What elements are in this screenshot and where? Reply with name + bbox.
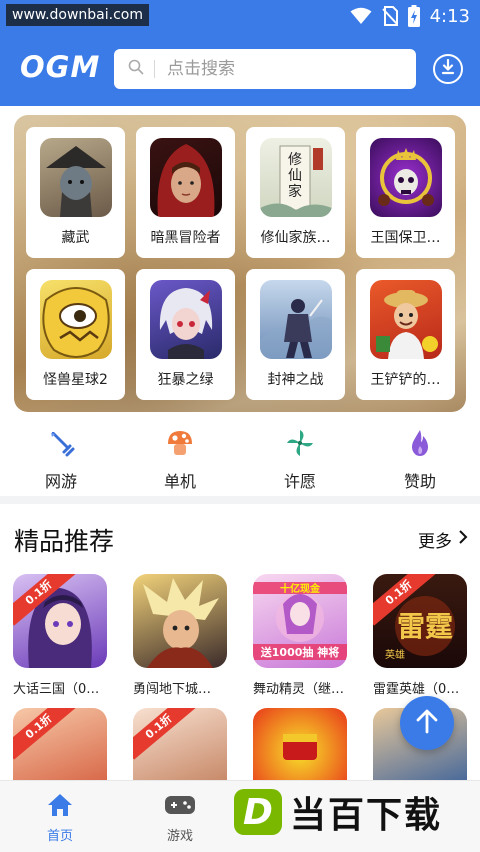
game-name: 大话三国（0… [13,682,100,697]
search-divider [154,60,155,78]
game-item[interactable]: 0.1折 大话三国（0… [13,574,107,697]
category-sponsor[interactable]: 赞助 [380,428,460,492]
farmer-character-icon [370,280,442,359]
svg-text:仙: 仙 [288,168,302,184]
game-icon-row2-b: 0.1折 [133,708,227,780]
featured-card-name: 狂暴之绿 [157,372,214,388]
more-link[interactable]: 更多 [418,527,468,552]
game-icon-row2-c [253,708,347,780]
status-time: 4:13 [429,5,470,27]
yellow-monster-icon [40,280,112,359]
category-wish[interactable]: 许愿 [260,428,340,492]
game-item[interactable]: 0.1折 [133,708,227,780]
svg-text:十亿现金: 十亿现金 [280,582,321,595]
featured-card[interactable]: 王铲铲的… [356,269,455,400]
mushroom-icon [140,428,220,458]
game-item[interactable]: 十亿现金 送1000抽 神将 舞动精灵（继… [253,574,347,697]
featured-card[interactable]: 藏武 [26,127,125,258]
category-label: 网游 [44,472,77,491]
featured-card[interactable]: 修 仙 家 修仙家族… [246,127,345,258]
svg-text:修: 修 [288,152,302,168]
game-icon-thunder-hero: 雷霆 英雄 0.1折 [373,574,467,668]
featured-card-name: 暗黑冒险者 [150,230,221,246]
category-label: 许愿 [283,472,316,491]
category-label: 赞助 [403,472,436,491]
svg-text:雷霆: 雷霆 [397,610,453,643]
featured-card[interactable]: 王国保卫… [356,127,455,258]
search-icon [128,59,144,79]
game-name: 舞动精灵（继… [253,682,345,697]
skull-tower-icon [370,138,442,217]
featured-card[interactable]: 狂暴之绿 [136,269,235,400]
app-logo: OGM [20,50,101,84]
download-icon [440,58,456,79]
search-input[interactable] [167,59,367,79]
featured-card[interactable]: 封神之战 [246,269,345,400]
featured-card[interactable]: 怪兽星球2 [26,269,125,400]
game-item[interactable]: 雷霆 英雄 0.1折 雷霆英雄（0… [373,574,467,697]
scroll-top-button[interactable] [400,696,454,750]
brand-watermark: D 当百下载 [234,786,442,838]
knight-silhouette-icon [260,280,332,359]
game-icon-dancing-spirit: 十亿现金 送1000抽 神将 [253,574,347,668]
svg-text:送1000抽 神将: 送1000抽 神将 [260,645,339,659]
brand-text: 当百下载 [290,795,443,836]
game-icon-spiky-hero [133,574,227,668]
game-item[interactable] [253,708,347,780]
wifi-icon [350,7,372,25]
pinwheel-icon [260,428,340,458]
brand-logo-badge: D [234,789,282,835]
section-divider [0,496,480,504]
game-item[interactable]: 勇闯地下城… [133,574,227,697]
featured-card[interactable]: 暗黑冒险者 [136,127,235,258]
discount-tag: 0.1折 [133,708,196,760]
game-name: 雷霆英雄（0… [373,682,460,697]
battery-icon [407,5,420,27]
category-label: 单机 [163,472,196,491]
red-hood-portrait-icon [150,138,222,217]
game-icon-row2-a: 0.1折 [13,708,107,780]
chevron-right-icon [458,529,468,550]
svg-text:家: 家 [288,183,302,200]
arrow-up-icon [415,708,439,738]
no-sim-icon [381,6,398,26]
svg-text:英雄: 英雄 [385,648,405,661]
game-icon-warrior-girl: 0.1折 [13,574,107,668]
ronin-portrait-icon [40,138,112,217]
featured-panel: 藏武 暗黑冒险者 修 仙 家 修仙家族… 王国保卫… 怪兽星球2 狂暴之绿 封神… [14,115,466,412]
featured-card-name: 王铲铲的… [370,372,441,388]
tab-home[interactable]: 首页 [25,791,95,844]
category-online[interactable]: 网游 [21,428,101,492]
calligraphy-scroll-icon: 修 仙 家 [260,138,332,217]
gamepad-icon [145,791,215,819]
search-bar[interactable] [114,49,416,89]
flame-icon [380,428,460,458]
featured-card-name: 王国保卫… [370,230,441,246]
home-icon [25,791,95,819]
featured-card-name: 怪兽星球2 [43,372,108,388]
sword-icon [21,428,101,458]
watermark-url: www.downbai.com [6,4,149,26]
tab-games[interactable]: 游戏 [145,791,215,844]
tab-label: 首页 [46,829,73,844]
game-item[interactable]: 0.1折 [13,708,107,780]
featured-card-name: 封神之战 [267,372,324,388]
game-name: 勇闯地下城… [133,682,212,697]
status-bar: 4:13 [350,4,470,28]
tab-label: 游戏 [166,829,193,844]
download-button[interactable] [433,54,463,84]
category-offline[interactable]: 单机 [140,428,220,492]
more-label: 更多 [418,532,452,552]
white-hair-girl-icon [150,280,222,359]
section-title: 精品推荐 [14,527,115,556]
discount-tag: 0.1折 [13,708,76,760]
featured-card-name: 藏武 [61,230,90,246]
featured-card-name: 修仙家族… [260,230,331,246]
